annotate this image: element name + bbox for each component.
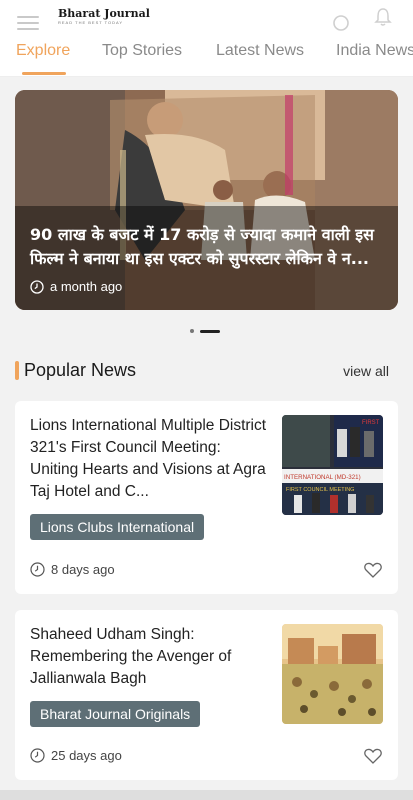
carousel-pager xyxy=(190,329,220,333)
thumb-caption-first: FIRST xyxy=(362,420,380,426)
heart-icon[interactable] xyxy=(364,748,382,764)
logo-tagline: READ THE BEST TODAY xyxy=(58,20,124,25)
thumbnail-image: FIRST INTERNATIONAL (MD-321) FIRST COUNC… xyxy=(282,415,383,515)
hero-time: a month ago xyxy=(50,279,123,294)
article-meta: 8 days ago xyxy=(30,562,115,577)
view-all-link[interactable]: view all xyxy=(343,363,389,379)
hero-carousel-card[interactable]: 90 लाख के बजट में 17 करोड़ से ज्यादा कमा… xyxy=(15,90,398,310)
thumbnail-image xyxy=(282,624,383,724)
hero-headline[interactable]: 90 लाख के बजट में 17 करोड़ से ज्यादा कमा… xyxy=(30,223,385,271)
article-time: 25 days ago xyxy=(51,748,122,763)
article-card[interactable]: Lions International Multiple District 32… xyxy=(15,401,398,594)
article-time: 8 days ago xyxy=(51,562,115,577)
clock-icon xyxy=(30,562,45,577)
logo-title: Bharat Journal xyxy=(58,7,150,20)
clock-icon xyxy=(30,748,45,763)
tab-india-news[interactable]: India News xyxy=(336,42,413,60)
tab-top-stories[interactable]: Top Stories xyxy=(102,42,182,60)
menu-icon[interactable] xyxy=(17,16,39,30)
article-thumbnail[interactable]: FIRST INTERNATIONAL (MD-321) FIRST COUNC… xyxy=(282,415,383,515)
tab-latest-news[interactable]: Latest News xyxy=(216,42,304,60)
category-tabs: Explore Top Stories Latest News India Ne… xyxy=(0,34,413,77)
popular-news-header: Popular News view all xyxy=(15,360,398,382)
pager-dot-active[interactable] xyxy=(200,329,220,333)
bell-icon[interactable] xyxy=(373,7,393,27)
article-title[interactable]: Shaheed Udham Singh: Remembering the Ave… xyxy=(30,624,270,690)
heart-icon[interactable] xyxy=(364,562,382,578)
clock-icon xyxy=(30,279,44,294)
thumb-caption-low: FIRST COUNCIL MEETING xyxy=(286,487,354,493)
app-logo[interactable]: Bharat Journal READ THE BEST TODAY xyxy=(58,8,150,25)
section-accent-bar xyxy=(15,361,19,380)
bottom-edge xyxy=(0,790,413,800)
pager-dot[interactable] xyxy=(190,329,194,333)
hero-meta: a month ago xyxy=(30,279,122,294)
article-card[interactable]: Shaheed Udham Singh: Remembering the Ave… xyxy=(15,610,398,780)
article-title[interactable]: Lions International Multiple District 32… xyxy=(30,415,270,503)
section-title: Popular News xyxy=(24,360,137,380)
tab-explore[interactable]: Explore xyxy=(16,42,70,60)
active-tab-indicator xyxy=(22,72,66,75)
article-tag[interactable]: Bharat Journal Originals xyxy=(30,701,201,727)
article-meta: 25 days ago xyxy=(30,748,122,763)
article-thumbnail[interactable] xyxy=(282,624,383,724)
article-tag[interactable]: Lions Clubs International xyxy=(30,514,205,540)
top-bar: Bharat Journal READ THE BEST TODAY xyxy=(0,0,413,34)
search-icon[interactable] xyxy=(333,13,351,31)
thumb-caption-mid: INTERNATIONAL (MD-321) xyxy=(284,474,361,481)
